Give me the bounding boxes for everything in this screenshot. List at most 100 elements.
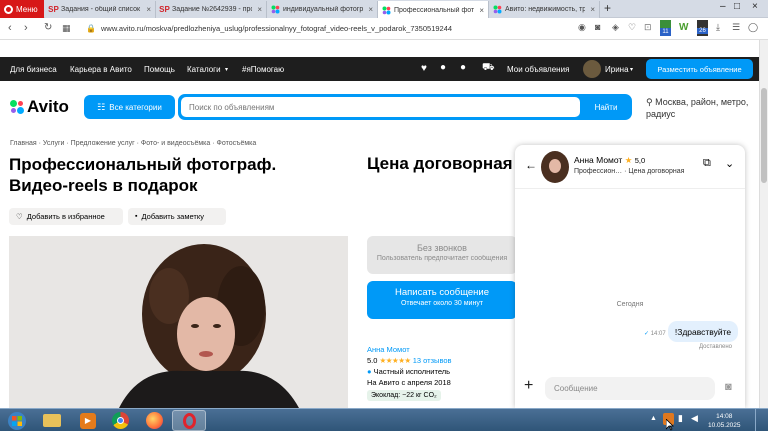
tab-3[interactable]: индивидуальный фотогр × [267,1,378,18]
search-input[interactable] [181,97,580,117]
volume-icon[interactable]: ◀ [691,413,698,424]
all-categories-button[interactable]: ☷ Все категории [84,95,175,119]
opera-taskbar-button[interactable] [172,410,206,431]
menu-label: Меню [16,4,38,14]
chat-message-input[interactable]: Сообщение [545,377,715,400]
avito-logo[interactable]: Avito [10,97,69,117]
extension-badge-icon[interactable]: 26 [697,20,708,36]
chat-rating: 5,0 [634,156,646,165]
nav-help[interactable]: Помощь [144,65,175,74]
bookmark-icon[interactable]: ⊡ [644,22,652,33]
tab-5[interactable]: Авито: недвижимость, тра × [489,1,600,18]
breadcrumb-item[interactable]: Фотосъёмка [217,140,257,147]
open-in-new-icon[interactable]: ⧉ [703,157,711,170]
add-note-button[interactable]: ▪ Добавить заметку [128,208,226,225]
show-desktop-button[interactable] [755,409,768,431]
tab-close-icon[interactable]: × [368,5,373,14]
message-bubble-outgoing[interactable]: !Здравствуйте [668,321,738,342]
settings-icon[interactable]: ☰ [732,22,740,33]
nav-for-business[interactable]: Для бизнеса [10,65,57,74]
account-icon[interactable]: ◯ [748,22,758,33]
breadcrumb-item[interactable]: Главная [10,140,37,147]
seller-type-row: ● Частный исполнитель [367,366,517,377]
tray-expand-icon[interactable]: ▲ [650,415,657,422]
breadcrumb-item[interactable]: Услуги [43,140,65,147]
nav-ya-pomogayu[interactable]: #яПомогаю [242,65,284,74]
logo-text: Avito [27,97,69,116]
firefox-taskbar-button[interactable] [137,410,171,431]
media-player-taskbar-button[interactable]: ▶ [71,410,105,431]
tab-4-active[interactable]: Профессиональный фото × [378,1,489,19]
seller-name[interactable]: Анна Момот [367,344,517,355]
tab-close-icon[interactable]: × [146,5,151,14]
chat-avatar[interactable] [541,151,569,183]
browser-tab-bar: Меню SP Задания - общий список - × SP За… [0,0,768,19]
maximize-icon[interactable]: □ [734,1,740,12]
back-arrow-icon[interactable]: ← [525,158,537,172]
nav-my-ads[interactable]: Мои объявления [507,65,569,74]
vpn-icon[interactable]: ◉ [578,22,586,33]
avatar[interactable] [583,60,601,78]
notification-bell-icon[interactable]: ● [440,62,446,73]
camera-icon[interactable]: ◙ [595,22,600,32]
location-label: Москва, район, метро, радиус [646,97,749,119]
breadcrumb-item[interactable]: Фото- и видеосъёмка [141,140,210,147]
messages-icon[interactable]: ● [460,62,466,73]
badge-count: 11 [660,28,671,36]
minimize-icon[interactable]: – [720,1,726,12]
camera-icon[interactable]: ◙ [725,381,732,393]
post-ad-button[interactable]: Разместить объявление [646,59,753,79]
listing-photo[interactable] [9,236,348,408]
heart-icon[interactable]: ♥ [421,63,427,74]
chevron-down-icon: ▾ [225,67,229,73]
scrollbar-thumb[interactable] [761,88,767,183]
heart-outline-icon[interactable]: ♡ [628,22,636,33]
extension-badge-icon[interactable]: 11 [660,20,671,36]
download-icon[interactable]: ⤓ [716,22,720,33]
nav-career[interactable]: Карьера в Авито [70,65,132,74]
new-tab-plus-icon[interactable]: + [604,1,611,15]
chevron-down-icon[interactable]: ⌄ [725,157,734,170]
opera-menu-button[interactable]: Меню [0,0,44,18]
find-button[interactable]: Найти [582,96,630,118]
page-scrollbar[interactable] [759,40,768,408]
message-status: Доставлено [699,344,733,350]
chrome-taskbar-button[interactable] [103,410,137,431]
chat-contact-name[interactable]: Анна Момот [574,155,622,165]
speed-dial-grid-icon[interactable]: ▦ [62,23,71,34]
tab-1[interactable]: SP Задания - общий список - × [45,1,156,18]
reload-icon[interactable]: ↻ [44,22,52,33]
start-button[interactable] [2,410,32,431]
shield-icon[interactable]: ◈ [612,22,619,33]
explorer-taskbar-button[interactable] [35,410,69,431]
chat-header: ← Анна Момот ★ 5,0 Профессион… · Цена до… [515,145,745,189]
location-selector[interactable]: ⚲ Москва, район, метро, радиус [646,96,758,120]
seller-reviews-link[interactable]: 13 отзывов [413,356,452,365]
folder-icon [43,414,61,427]
write-message-subtitle: Отвечает около 30 минут [400,300,484,307]
chat-subtitle-price: Цена договорная [628,168,685,175]
tab-2[interactable]: SP Задание №2642939 - про × [156,1,267,18]
w-extension-icon[interactable]: W [679,22,688,33]
forward-arrow-icon[interactable]: › [24,22,28,34]
tab-close-icon[interactable]: × [479,6,484,15]
add-to-favorites-button[interactable]: ♡ Добавить в избранное [9,208,123,225]
breadcrumb-item[interactable]: Предложение услуг [71,140,135,147]
cart-icon[interactable]: ⛟ [482,62,495,75]
back-arrow-icon[interactable]: ‹ [8,22,12,34]
tab-close-icon[interactable]: × [257,5,262,14]
avito-dots-icon [10,100,24,114]
price: Цена договорная [367,154,513,173]
clock-date: 10.05.2025 [708,422,741,429]
tab-label: Задания - общий список - [61,6,142,13]
attach-plus-icon[interactable]: + [524,377,533,395]
tray-clock[interactable]: 14:08 10.05.2025 [708,412,741,430]
url-field[interactable]: www.avito.ru/moskva/predlozheniya_uslug/… [101,24,452,33]
window-close-icon[interactable]: × [752,1,758,12]
network-icon[interactable]: ▮ [678,413,683,424]
write-message-button[interactable]: Написать сообщение Отвечает около 30 мин… [367,281,517,319]
nav-catalogs[interactable]: Каталоги [187,65,221,74]
nav-user-name[interactable]: Ирина [605,65,629,74]
tab-close-icon[interactable]: × [590,5,595,14]
chat-subtitle-separator: · [624,168,627,175]
